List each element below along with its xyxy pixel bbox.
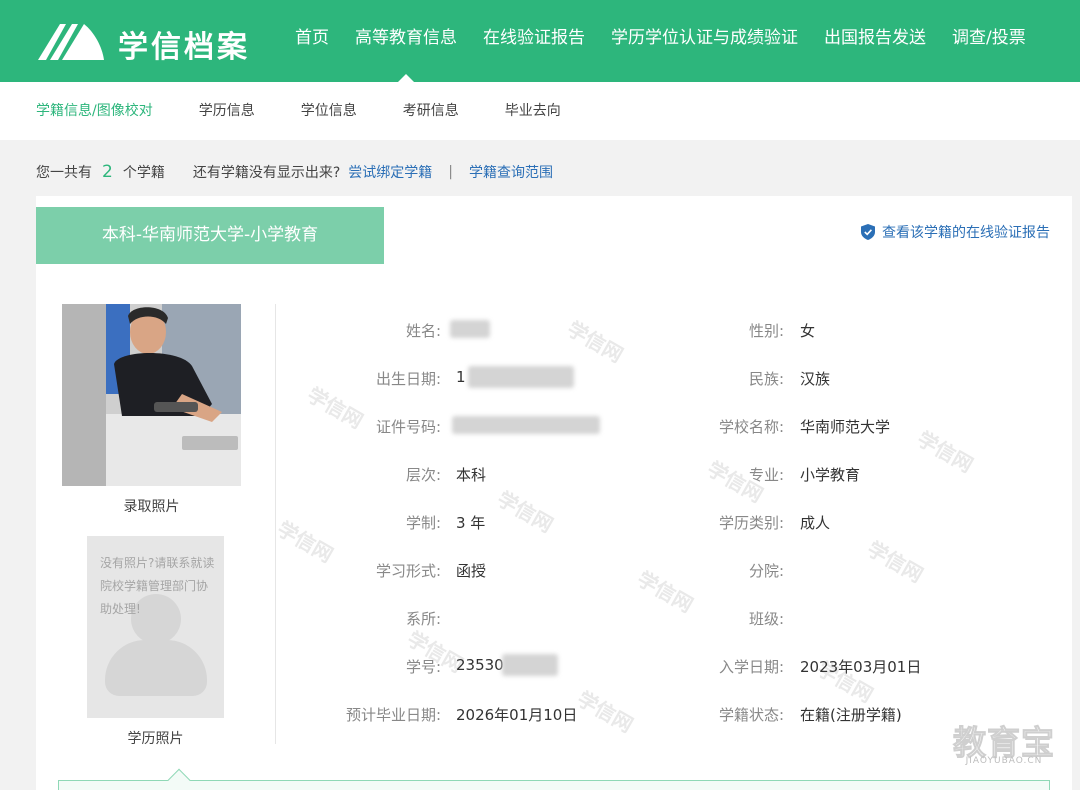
admission-photo-label: 录取照片 [123,499,180,515]
record-count: 2 [102,162,113,182]
field-label-duration: 学制: [405,514,441,532]
field-value-duration: 3 年 [456,514,486,532]
record-card: 学信网 学信网 学信网 学信网 学信网 学信网 学信网 学信网 学信网 学信网 … [36,196,1072,790]
top-header: 学信档案 首页 高等教育信息 在线验证报告 学历学位认证与成绩验证 出国报告发送… [0,0,1080,82]
top-nav: 首页 高等教育信息 在线验证报告 学历学位认证与成绩验证 出国报告发送 调查/投… [282,0,1039,82]
tab-graduation-destination[interactable]: 毕业去向 [505,82,561,140]
logo-text: 学信档案 [118,30,250,65]
shield-icon [861,224,875,240]
field-value-major: 小学教育 [800,466,861,484]
summary-suffix: 个学籍 [122,165,165,181]
field-label-enrollment-date: 入学日期: [718,658,784,676]
tab-student-status[interactable]: 学籍信息/图像校对 [36,82,153,140]
field-value-student-id: 23530 [456,656,504,674]
field-value-birth-date: 1 [456,368,466,386]
watermark: 学信网 [913,426,978,478]
top-nav-certification[interactable]: 学历学位认证与成绩验证 [598,0,811,82]
field-value-enrollment-date: 2023年03月01日 [800,658,922,676]
field-label-branch-college: 分院: [748,562,784,580]
field-label-name: 姓名: [405,322,441,340]
field-label-id-number: 证件号码: [375,418,441,436]
top-nav-higher-education[interactable]: 高等教育信息 [342,0,470,82]
corner-watermark: 教育宝 JIAOYUBAO.CN [948,716,1060,770]
field-value-expected-graduation: 2026年01月10日 [456,706,578,724]
admission-photo [62,304,241,486]
top-nav-home[interactable]: 首页 [282,0,342,82]
verify-report-link[interactable]: 查看该学籍的在线验证报告 [861,222,1050,242]
field-label-student-id: 学号: [405,658,441,676]
corner-watermark-subtitle: JIAOYUBAO.CN [965,756,1043,766]
field-label-birth-date: 出生日期: [375,370,441,388]
field-value-status: 在籍(注册学籍) [800,706,902,724]
logo[interactable]: 学信档案 [36,18,266,65]
field-value-study-mode: 函授 [456,562,487,580]
query-scope-link[interactable]: 学籍查询范围 [469,162,553,182]
avatar-body-icon [105,640,207,696]
redaction-blur [502,654,558,676]
watermark: 学信网 [493,486,558,538]
summary-prefix: 您一共有 [36,165,92,181]
field-value-ethnicity: 汉族 [800,370,831,388]
redaction-blur [452,416,600,434]
field-value-school-name: 华南师范大学 [800,418,891,436]
field-label-class: 班级: [748,610,784,628]
field-label-education-category: 学历类别: [718,514,784,532]
watermark: 学信网 [863,536,928,588]
field-label-school-name: 学校名称: [718,418,784,436]
tab-postgraduate-exam[interactable]: 考研信息 [403,82,459,140]
field-value-education-category: 成人 [800,514,831,532]
person-photo-icon [62,304,241,486]
summary-line: 您一共有 2 个学籍 还有学籍没有显示出来? 尝试绑定学籍 | 学籍查询范围 [36,160,553,184]
no-photo-message: 没有照片?请联系就读院校学籍管理部门协助处理! [100,556,215,616]
tab-education[interactable]: 学历信息 [199,82,255,140]
field-label-gender: 性别: [748,322,784,340]
field-label-expected-graduation: 预计毕业日期: [345,706,441,724]
field-label-department: 系所: [405,610,441,628]
field-value-gender: 女 [800,322,816,340]
field-label-status: 学籍状态: [718,706,784,724]
summary-separator: | [448,164,453,180]
redaction-blur [450,320,490,338]
degree-photo-placeholder: 没有照片?请联系就读院校学籍管理部门协助处理! [87,536,224,718]
bind-record-link[interactable]: 尝试绑定学籍 [348,162,432,182]
logo-icon [38,24,104,60]
record-tab-title[interactable]: 本科-华南师范大学-小学教育 [36,207,384,264]
tab-degree[interactable]: 学位信息 [301,82,357,140]
field-label-ethnicity: 民族: [748,370,784,388]
field-label-major: 专业: [748,466,784,484]
next-section-box [58,768,1050,790]
field-label-study-mode: 学习形式: [375,562,441,580]
field-label-level: 层次: [405,466,441,484]
verify-report-label: 查看该学籍的在线验证报告 [882,225,1050,241]
caret-up-icon [167,768,191,790]
top-nav-online-report[interactable]: 在线验证报告 [470,0,598,82]
field-value-level: 本科 [456,466,487,484]
top-nav-survey[interactable]: 调查/投票 [939,0,1039,82]
redaction-blur [468,366,574,388]
summary-question: 还有学籍没有显示出来? [192,165,341,181]
sub-nav: 学籍信息/图像校对 学历信息 学位信息 考研信息 毕业去向 [0,82,1080,140]
top-nav-abroad-report[interactable]: 出国报告发送 [811,0,939,82]
degree-photo-label: 学历照片 [127,731,184,747]
